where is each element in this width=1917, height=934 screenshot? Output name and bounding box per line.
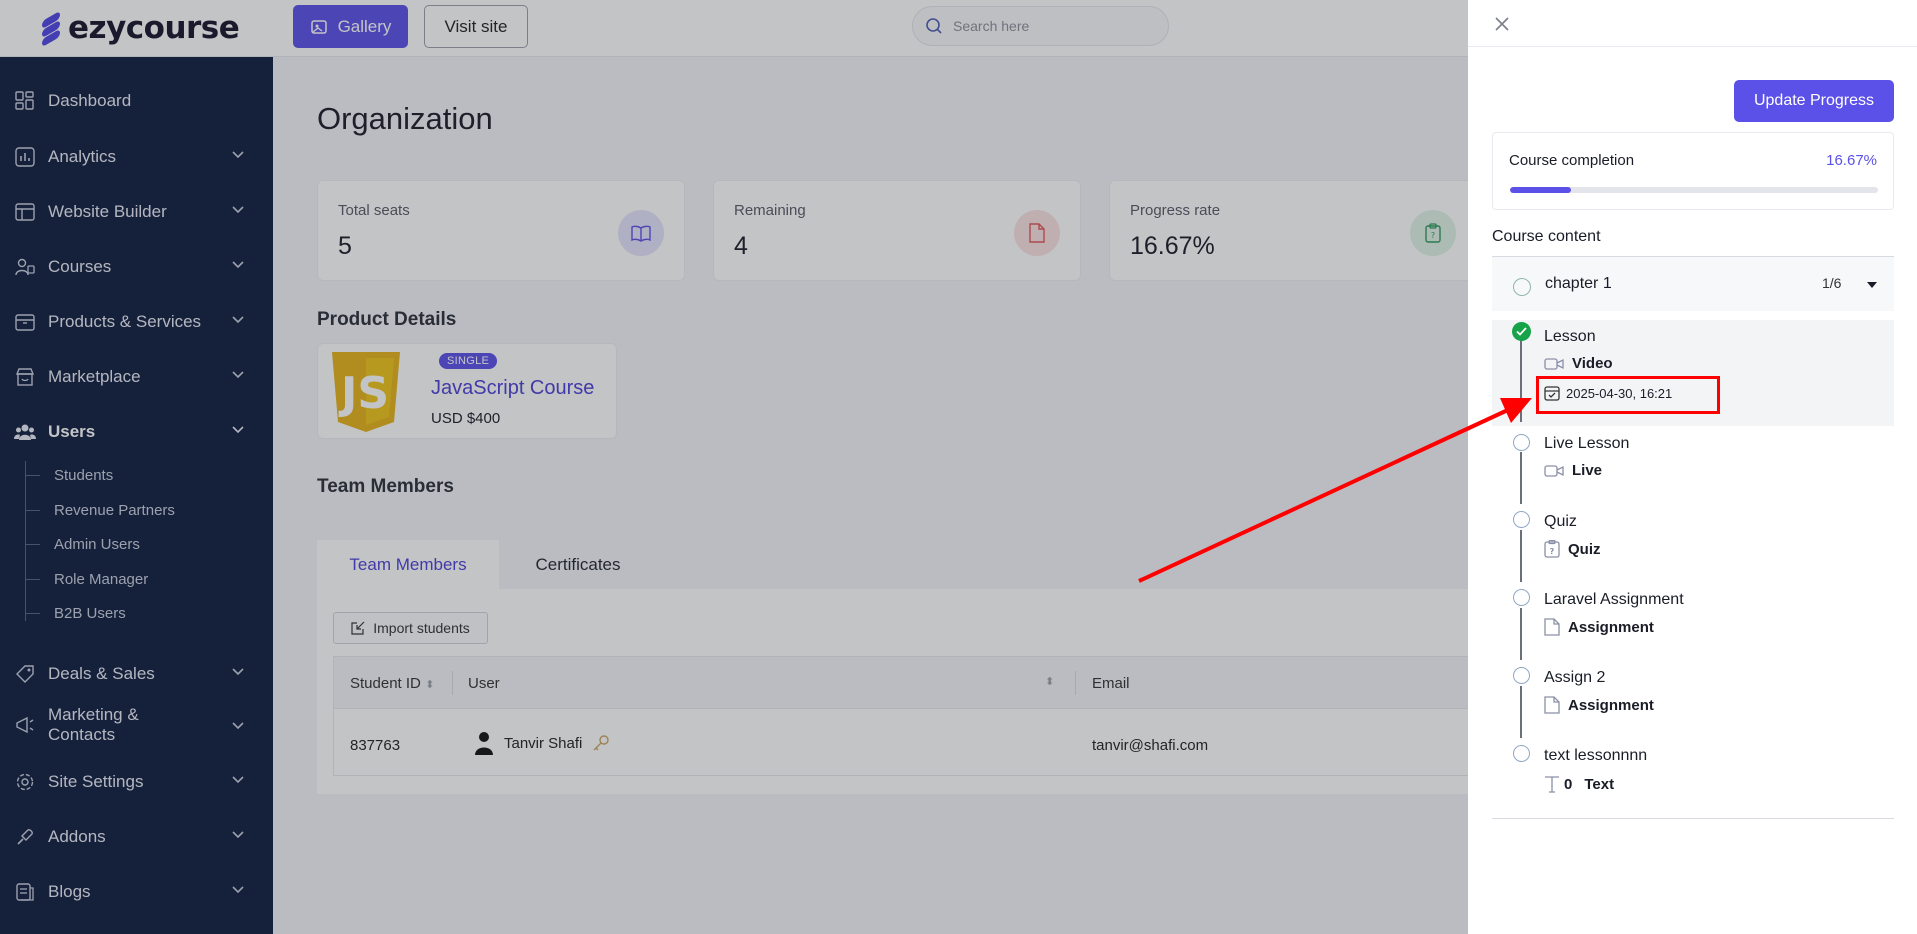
lesson-title[interactable]: Quiz	[1544, 513, 1577, 531]
divider	[1492, 818, 1894, 819]
lesson-complete-check-icon[interactable]	[1512, 322, 1531, 341]
video-icon	[1544, 357, 1564, 370]
annotation-highlight-box	[1536, 376, 1720, 414]
timeline-line	[1520, 452, 1522, 504]
lesson-title[interactable]: Laravel Assignment	[1544, 591, 1684, 609]
text-lesson-count: 0	[1564, 775, 1573, 793]
chapter-status-icon	[1513, 278, 1531, 296]
lesson-type: Assignment	[1544, 696, 1654, 714]
svg-text:?: ?	[1550, 547, 1555, 556]
lesson-title[interactable]: text lessonnnn	[1544, 747, 1647, 765]
quiz-icon: ?	[1544, 540, 1560, 558]
completion-percent: 16.67%	[1826, 152, 1877, 169]
assignment-icon	[1544, 618, 1560, 636]
lesson-status-icon[interactable]	[1513, 589, 1530, 606]
lesson-status-icon[interactable]	[1513, 434, 1530, 451]
completion-progress-bar	[1510, 187, 1878, 193]
timeline-line	[1520, 340, 1522, 422]
update-progress-button[interactable]: Update Progress	[1734, 80, 1894, 122]
course-completion-card: Course completion 16.67%	[1492, 132, 1894, 210]
lesson-title[interactable]: Assign 2	[1544, 669, 1605, 687]
lesson-type: Video	[1544, 355, 1613, 372]
chapter-progress-count: 1/6	[1822, 275, 1842, 291]
text-icon	[1545, 776, 1559, 793]
chapter-row[interactable]: chapter 1 1/6	[1492, 257, 1894, 311]
completion-progress-fill	[1510, 187, 1572, 193]
lesson-type: 0 Text	[1544, 775, 1614, 793]
completion-label: Course completion	[1509, 152, 1635, 169]
lesson-status-icon[interactable]	[1513, 745, 1530, 762]
lesson-status-icon[interactable]	[1513, 511, 1530, 528]
lesson-title[interactable]: Lesson	[1544, 328, 1596, 346]
lesson-title[interactable]: Live Lesson	[1544, 435, 1629, 453]
assignment-icon	[1544, 696, 1560, 714]
lesson-status-icon[interactable]	[1513, 667, 1530, 684]
caret-down-icon[interactable]	[1867, 282, 1877, 288]
lesson-type: ? Quiz	[1544, 540, 1601, 558]
video-icon	[1544, 464, 1564, 477]
lesson-type: Live	[1544, 462, 1602, 479]
timeline-line	[1520, 686, 1522, 738]
progress-drawer: Update Progress Course completion 16.67%…	[1468, 0, 1917, 934]
close-icon[interactable]	[1490, 12, 1514, 36]
modal-backdrop[interactable]	[0, 0, 1468, 934]
course-content-heading: Course content	[1492, 228, 1601, 245]
lesson-type: Assignment	[1544, 618, 1654, 636]
timeline-line	[1520, 608, 1522, 660]
chapter-name: chapter 1	[1545, 275, 1612, 292]
drawer-divider	[1468, 46, 1917, 47]
timeline-line	[1520, 530, 1522, 582]
